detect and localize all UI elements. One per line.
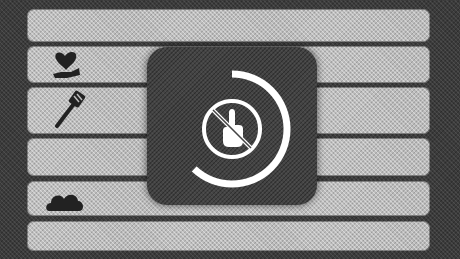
no-touch-icon	[202, 99, 262, 159]
app-screen	[0, 0, 460, 259]
spatula-icon	[55, 90, 86, 128]
list-item[interactable]	[27, 221, 430, 251]
spinner-graphic	[173, 70, 291, 188]
loading-overlay	[147, 47, 317, 205]
list-item[interactable]	[27, 9, 430, 42]
cloud-icon	[46, 194, 84, 211]
heart-hand-icon	[53, 52, 80, 78]
